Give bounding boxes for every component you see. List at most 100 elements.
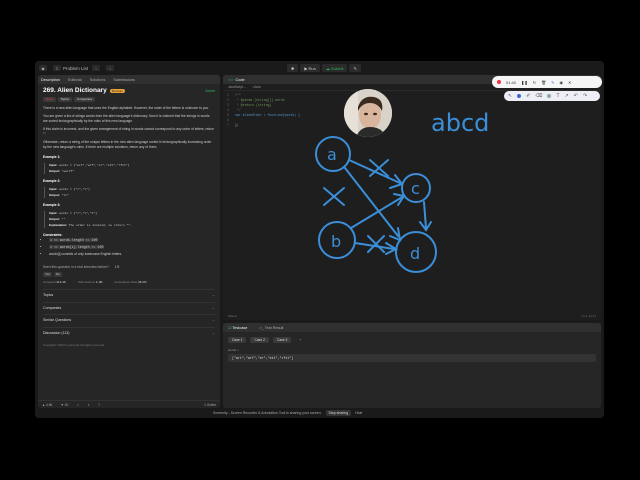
tab-testcase[interactable]: ☑ Testcase — [228, 325, 247, 330]
description-p3: If this claim is incorrect, and the give… — [43, 127, 215, 136]
case-2-tab[interactable]: Case 2 — [250, 337, 269, 343]
rate-value: 36.2% — [138, 280, 147, 285]
chevron-down-icon: ⌄ — [211, 305, 215, 310]
problem-title-row: 269. Alien Dictionary Premium — [43, 87, 215, 94]
case-tabs: Case 1 Case 2 Case 3 + — [228, 337, 601, 343]
words-input[interactable]: ["wrt","wrf","er","ett","rftt"] — [228, 354, 596, 362]
online-count: 1 Online — [204, 402, 216, 407]
code-panel: </> Code JavaScript ⌄ ▪ Auto 1/** 2 * @pa… — [223, 75, 601, 320]
prev-button[interactable]: ‹ — [92, 65, 102, 71]
example-1-title: Example 1: — [43, 155, 61, 159]
input-label: Input: — [49, 163, 58, 167]
logo-icon: ◆ — [39, 65, 47, 71]
accordion-similar[interactable]: Similar Questions ⌄ — [43, 314, 215, 327]
accordion-label: Discussion (113) — [43, 330, 70, 335]
share-icon[interactable]: ⇪ — [87, 403, 90, 407]
saved-status: Saved — [228, 314, 237, 318]
trash-icon[interactable]: 🗑 — [541, 80, 546, 85]
stop-sharing-button[interactable]: Stop sharing — [325, 410, 352, 416]
dislikes-count: 1K — [64, 402, 69, 407]
hide-button[interactable]: Hide — [355, 411, 362, 415]
description-p4: Otherwise, return a string of the unique… — [43, 140, 212, 149]
text-icon[interactable]: T — [556, 93, 559, 99]
pen-color-icon[interactable] — [517, 94, 522, 98]
description-panel: Description Editorial Solutions Submissi… — [38, 75, 220, 408]
accepted-stat: Accepted 414.4K — [43, 280, 66, 285]
constraint-text: 1 <= words.length <= 100 — [49, 238, 99, 243]
cursor-icon[interactable]: ↖ — [508, 93, 512, 99]
chevron-down-icon: ⌄ — [211, 330, 215, 335]
pause-icon[interactable]: ❚❚ — [521, 80, 528, 85]
run-group: ✱ ▶ Run ☁ Submit ✎ — [287, 64, 361, 72]
redo-icon[interactable]: ↷ — [583, 93, 587, 99]
shape-icon[interactable] — [547, 94, 552, 98]
constraint-item: words[i] consists of only lowercase Engl… — [49, 252, 215, 257]
dislike-button[interactable]: ▼ 1K — [61, 403, 69, 407]
top-bar: ◆ ≡ Problem List ‹ › ✱ ▶ Run ☁ Submit ✎ — [35, 61, 604, 75]
highlighter-icon[interactable]: ✐ — [526, 93, 530, 99]
close-icon[interactable]: ✕ — [568, 80, 571, 85]
add-case-icon[interactable]: + — [295, 337, 305, 343]
example-2-input: words = ["z","x"] — [59, 188, 90, 192]
companies-tag[interactable]: Companies — [74, 97, 96, 102]
browser-screen: ◆ ≡ Problem List ‹ › ✱ ▶ Run ☁ Submit ✎ … — [35, 61, 604, 418]
submit-button[interactable]: ☁ Submit — [321, 64, 348, 72]
copyright: Copyright ©2024 LeetCode All rights rese… — [43, 343, 105, 348]
constraint-item: 1 <= words.length <= 100 — [49, 238, 215, 243]
undo-icon[interactable]: ↶ — [574, 93, 578, 99]
recording-time: 01:40 — [506, 79, 517, 85]
webcam-bubble[interactable] — [344, 89, 392, 137]
note-button[interactable]: ✎ — [349, 64, 361, 72]
restart-icon[interactable]: ↻ — [533, 80, 536, 85]
likes-count: 4.6K — [46, 402, 53, 407]
debug-button[interactable]: ✱ — [287, 64, 299, 72]
premium-badge: Premium — [109, 88, 125, 93]
arrow-icon[interactable]: ↗ — [565, 93, 569, 99]
eraser-icon[interactable]: ⌫ — [535, 93, 542, 99]
left-tabs: Description Editorial Solutions Submissi… — [38, 75, 220, 84]
input-label: Input: — [49, 211, 58, 216]
language-select[interactable]: JavaScript ⌄ — [228, 85, 246, 89]
star-icon[interactable]: ☆ — [77, 403, 80, 407]
recording-toolbar: 01:40 ❚❚ ↻ 🗑 ✎ ◉ ✕ — [492, 76, 602, 88]
yes-button[interactable]: Yes — [43, 272, 52, 278]
tab-test-result[interactable]: >_ Test Result — [259, 326, 283, 330]
accordion-companies[interactable]: Companies ⌄ — [43, 301, 215, 315]
accordion-discussion[interactable]: Discussion (113) ⌄ — [43, 326, 215, 340]
accordion-topics[interactable]: Topics ⌄ — [43, 289, 215, 302]
output-label: Output: — [49, 216, 60, 221]
left-footer: ▲ 4.6K ▼ 1K ☆ ⇪ ? 1 Online — [38, 400, 220, 408]
example-3-explanation: The order is invalid, so return "". — [68, 223, 132, 227]
screen-share-bar: Screenity - Screen Recorder & Annotation… — [35, 408, 604, 418]
tab-editorial[interactable]: Editorial — [68, 78, 82, 82]
case-3-tab[interactable]: Case 3 — [272, 337, 292, 343]
tab-solutions[interactable]: Solutions — [90, 78, 106, 82]
description-body: 269. Alien Dictionary Premium Solved Har… — [38, 84, 220, 352]
topics-tag[interactable]: Topics — [57, 97, 73, 102]
pen-icon[interactable]: ✎ — [551, 80, 554, 85]
example-3-output: "" — [61, 217, 66, 221]
difficulty-badge: Hard — [43, 97, 56, 102]
no-button[interactable]: No — [53, 272, 62, 278]
like-button[interactable]: ▲ 4.6K — [42, 403, 53, 407]
record-icon[interactable] — [497, 80, 501, 84]
next-button[interactable]: › — [106, 65, 116, 71]
accordion: Topics ⌄ Companies ⌄ Similar Questions ⌄ Di… — [43, 289, 215, 339]
tab-testcase-label: Testcase — [232, 326, 248, 330]
tab-test-result-label: Test Result — [264, 325, 284, 330]
run-button[interactable]: ▶ Run — [300, 64, 320, 72]
problem-list-link[interactable]: ≡ Problem List — [53, 65, 88, 71]
code-line-text: * @return {string} — [235, 103, 272, 107]
tab-submissions[interactable]: Submissions — [113, 78, 135, 82]
constraint-text: words[i] consists of only lowercase Engl… — [49, 252, 123, 257]
mic-icon[interactable]: ◉ — [560, 80, 564, 85]
tab-description[interactable]: Description — [41, 78, 60, 82]
code-line-text: var alienOrder = function(words) { — [235, 113, 301, 117]
example-1-input: words = ["wrt","wrf","er","ett","rftt"] — [59, 164, 130, 167]
mode-select[interactable]: ▪ Auto — [252, 85, 260, 89]
example-2-title: Example 2: — [43, 179, 61, 184]
help-icon[interactable]: ? — [98, 403, 100, 407]
case-1-tab[interactable]: Case 1 — [228, 337, 247, 343]
logo[interactable]: ◆ — [39, 65, 49, 71]
problem-title: 269. Alien Dictionary — [43, 87, 107, 94]
